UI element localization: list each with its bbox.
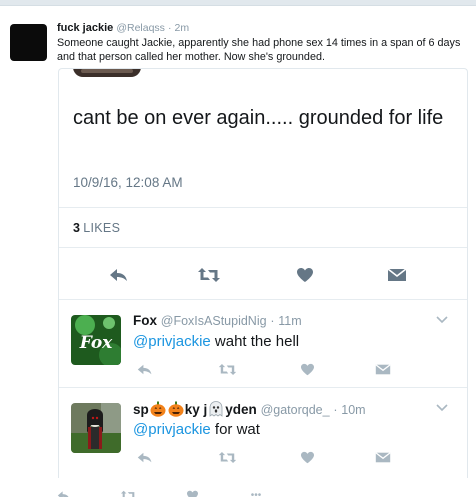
divider [59, 387, 467, 388]
reply-age[interactable]: 11m [278, 314, 301, 328]
reply-author-name[interactable]: sp ky j yden [133, 401, 257, 417]
reply-action-bar [121, 359, 461, 379]
quoted-media-thumbnail[interactable] [73, 69, 141, 77]
more-options-icon[interactable]: ••• [246, 488, 266, 497]
name-part: ky j [184, 402, 208, 417]
author-name[interactable]: fuck jackie [57, 22, 113, 34]
name-part: yden [225, 402, 257, 417]
likes-count[interactable]: 3 LIKES [73, 221, 120, 235]
quoted-timestamp[interactable]: 10/9/16, 12:08 AM [73, 175, 183, 190]
like-heart-icon[interactable] [295, 447, 319, 467]
retweet-icon[interactable] [215, 359, 239, 379]
reply-text: @privjackie for wat [133, 421, 260, 438]
chevron-down-icon[interactable] [435, 313, 449, 327]
reply-body: waht the hell [210, 333, 300, 350]
reply-avatar-photo[interactable] [71, 403, 121, 453]
reply-action-bar [121, 447, 461, 467]
quoted-tweet-text: cant be on ever again..... grounded for … [73, 107, 444, 129]
reply-body: for wat [210, 421, 260, 438]
chevron-down-icon[interactable] [435, 401, 449, 415]
reply-author-name[interactable]: Fox [133, 313, 157, 328]
reply-tweet[interactable]: sp ky j yden @gatorqde_ · 10m @privjackie … [59, 391, 467, 478]
jack-o-lantern-icon [150, 401, 166, 417]
separator: · [270, 314, 275, 328]
like-heart-icon[interactable] [291, 262, 319, 288]
quoted-action-bar [59, 262, 467, 288]
jack-o-lantern-icon [168, 401, 184, 417]
tweet-age[interactable]: 2m [175, 22, 190, 34]
like-heart-icon[interactable] [295, 359, 319, 379]
tweet-action-bar: ••• [50, 488, 290, 497]
separator: · [167, 22, 172, 34]
divider [59, 207, 467, 208]
ghost-icon [209, 401, 223, 417]
tweet-header: fuck jackie @Relaqss · 2m [57, 22, 189, 34]
quoted-tweet-card[interactable]: cant be on ever again..... grounded for … [58, 68, 468, 478]
mention-link[interactable]: @privjackie [133, 333, 211, 350]
fox-logo-text: Fox [79, 333, 113, 353]
reply-icon[interactable] [54, 488, 74, 497]
tweet[interactable]: fuck jackie @Relaqss · 2m Someone caught… [0, 6, 476, 497]
direct-message-icon[interactable] [371, 359, 395, 379]
reply-header: sp ky j yden @gatorqde_ · 10m [133, 401, 366, 417]
reply-author-handle[interactable]: @FoxIsAStupidNig [161, 314, 267, 328]
reply-header: Fox @FoxIsAStupidNig · 11m [133, 313, 302, 328]
name-part: sp [133, 402, 149, 417]
reply-icon[interactable] [133, 359, 157, 379]
direct-message-icon[interactable] [371, 447, 395, 467]
author-handle[interactable]: @Relaqss [116, 22, 165, 34]
reply-icon[interactable] [133, 447, 157, 467]
reply-age[interactable]: 10m [341, 403, 365, 417]
like-heart-icon[interactable] [182, 488, 202, 497]
mention-link[interactable]: @privjackie [133, 421, 211, 438]
avatar[interactable] [10, 24, 47, 61]
likes-label: LIKES [83, 221, 121, 235]
retweet-icon[interactable] [118, 488, 138, 497]
likes-number: 3 [73, 221, 81, 235]
divider [59, 299, 467, 300]
retweet-icon[interactable] [195, 262, 223, 288]
separator: · [333, 403, 338, 417]
reply-avatar-fox[interactable]: Fox [71, 315, 121, 365]
reply-tweet[interactable]: Fox Fox @FoxIsAStupidNig · 11m @privjack… [59, 303, 467, 391]
reply-text: @privjackie waht the hell [133, 333, 299, 350]
reply-icon[interactable] [105, 262, 133, 288]
divider [59, 247, 467, 248]
tweet-text: Someone caught Jackie, apparently she ha… [57, 37, 461, 63]
retweet-icon[interactable] [215, 447, 239, 467]
reply-author-handle[interactable]: @gatorqde_ [261, 403, 330, 417]
direct-message-icon[interactable] [383, 262, 411, 288]
